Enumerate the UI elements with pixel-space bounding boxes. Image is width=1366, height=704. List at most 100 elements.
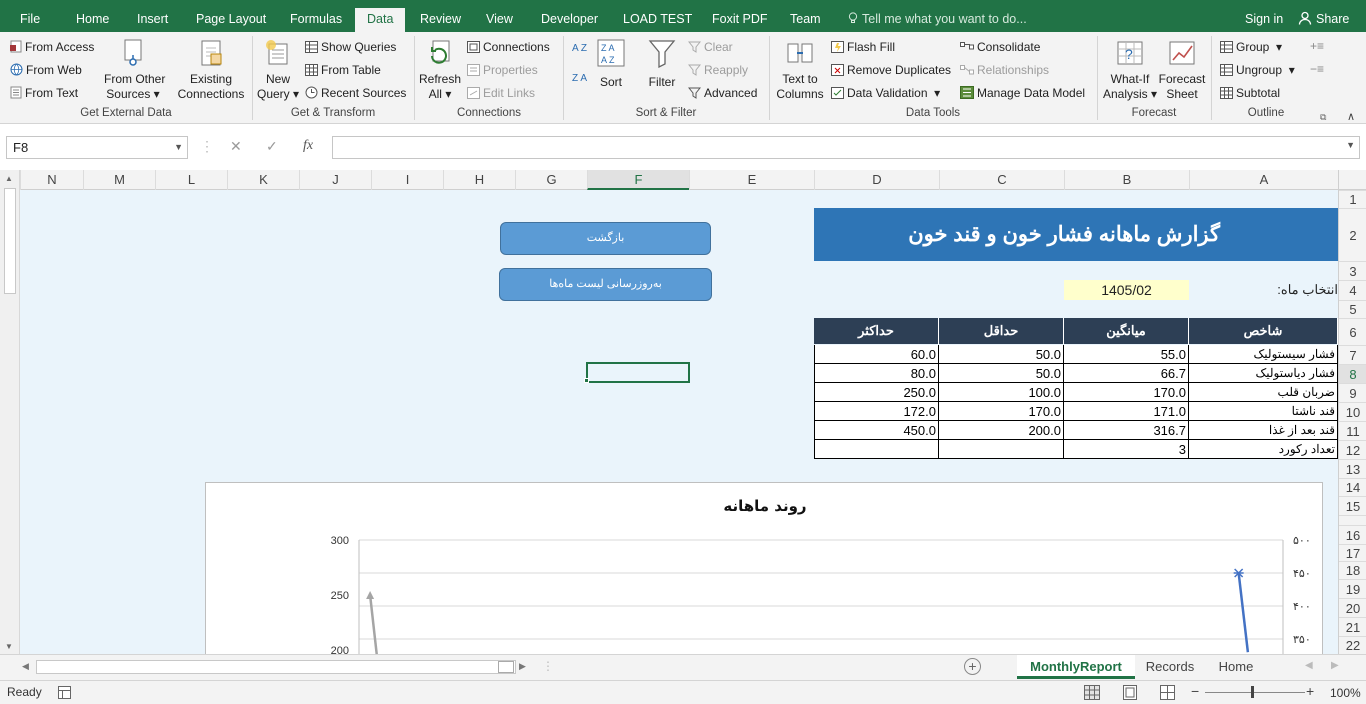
cell-min[interactable]: 50.0 <box>939 364 1064 383</box>
clear-button[interactable]: Clear <box>688 39 733 55</box>
tab-scroll-right-icon[interactable]: ▶ <box>1331 660 1339 671</box>
column-header-i[interactable]: I <box>371 170 443 190</box>
select-all-corner[interactable] <box>1338 170 1366 190</box>
column-header-d[interactable]: D <box>814 170 939 190</box>
macro-record-icon[interactable] <box>58 686 71 699</box>
refresh-months-button[interactable]: به‌روزرسانی لیست ماه‌ها <box>499 268 712 301</box>
manage-data-model-button[interactable]: Manage Data Model <box>960 85 1085 101</box>
connections-button[interactable]: Connections <box>467 39 550 55</box>
page-layout-view-icon[interactable] <box>1123 685 1137 700</box>
tab-data[interactable]: Data <box>355 8 406 32</box>
reapply-button[interactable]: Reapply <box>688 62 748 78</box>
sheet-tab-records[interactable]: Records <box>1137 655 1203 679</box>
chevron-down-icon[interactable]: ▼ <box>174 137 183 158</box>
fill-handle[interactable] <box>584 378 589 383</box>
from-other-sources-button[interactable]: From Other Sources ▾ <box>104 38 165 101</box>
row-header[interactable]: 7 <box>1339 345 1366 364</box>
share-button[interactable]: Share <box>1298 0 1349 32</box>
cell-max[interactable]: 60.0 <box>814 345 939 364</box>
cell-indicator-name[interactable]: فشار دیاستولیک <box>1189 364 1338 383</box>
from-web-button[interactable]: From Web <box>10 62 82 78</box>
tab-file[interactable]: File <box>20 0 40 32</box>
column-header-e[interactable]: E <box>689 170 814 190</box>
selected-cell-f8[interactable] <box>586 362 690 383</box>
cell-min[interactable]: 50.0 <box>939 345 1064 364</box>
row-header[interactable]: 3 <box>1339 261 1366 280</box>
column-header-g[interactable]: G <box>515 170 587 190</box>
ungroup-button[interactable]: Ungroup ▾ <box>1220 62 1295 78</box>
scroll-right-icon[interactable]: ▶ <box>519 661 526 672</box>
refresh-all-button[interactable]: Refresh All ▾ <box>418 38 462 101</box>
scroll-up-arrow-icon[interactable]: ▲ <box>5 174 13 183</box>
cell-indicator-name[interactable]: ضربان قلب <box>1189 383 1338 402</box>
cell-indicator-name[interactable]: قند ناشتا <box>1189 402 1338 421</box>
add-sheet-icon[interactable]: + <box>964 658 981 675</box>
cell-avg[interactable]: 316.7 <box>1064 421 1189 440</box>
consolidate-button[interactable]: Consolidate <box>960 39 1040 55</box>
zoom-in-icon[interactable]: + <box>1306 683 1314 699</box>
cell-min[interactable]: 100.0 <box>939 383 1064 402</box>
column-header-h[interactable]: H <box>443 170 515 190</box>
split-handle-icon[interactable]: ⋮ <box>542 659 554 673</box>
dialog-launcher-icon[interactable]: ⧉ <box>1320 109 1326 125</box>
cell-min[interactable]: 200.0 <box>939 421 1064 440</box>
cell-avg[interactable]: 171.0 <box>1064 402 1189 421</box>
relationships-button[interactable]: Relationships <box>960 62 1049 78</box>
row-header[interactable]: 17 <box>1339 544 1366 561</box>
row-header[interactable]: 16 <box>1339 525 1366 544</box>
row-header[interactable]: 9 <box>1339 383 1366 402</box>
row-header[interactable]: 21 <box>1339 617 1366 636</box>
what-if-analysis-button[interactable]: ? What-If Analysis ▾ <box>1102 38 1158 101</box>
column-header-m[interactable]: M <box>83 170 155 190</box>
tab-foxit-pdf[interactable]: Foxit PDF <box>712 0 768 32</box>
column-header-j[interactable]: J <box>299 170 371 190</box>
scroll-down-arrow-icon[interactable]: ▼ <box>5 642 13 651</box>
cell-indicator-name[interactable]: قند بعد از غذا <box>1189 421 1338 440</box>
edit-links-button[interactable]: Edit Links <box>467 85 535 101</box>
row-header[interactable]: 22 <box>1339 636 1366 654</box>
cancel-icon[interactable]: ✕ <box>230 138 242 155</box>
from-table-button[interactable]: From Table <box>305 62 381 78</box>
properties-button[interactable]: Properties <box>467 62 538 78</box>
tab-insert[interactable]: Insert <box>137 0 168 32</box>
zoom-out-icon[interactable]: − <box>1191 683 1199 699</box>
scroll-left-icon[interactable]: ◀ <box>22 661 29 672</box>
cell-max[interactable]: 450.0 <box>814 421 939 440</box>
sign-in-link[interactable]: Sign in <box>1245 0 1283 32</box>
column-header-n[interactable]: N <box>20 170 83 190</box>
column-header-f[interactable]: F <box>587 170 689 190</box>
hide-detail-icon[interactable]: −≡ <box>1310 61 1324 77</box>
show-queries-button[interactable]: Show Queries <box>305 39 396 55</box>
column-header-c[interactable]: C <box>939 170 1064 190</box>
sheet-tab-monthlyreport[interactable]: MonthlyReport <box>1017 655 1135 679</box>
tab-formulas[interactable]: Formulas <box>290 0 342 32</box>
sort-a-z-button[interactable]: A Z <box>572 44 587 54</box>
row-header[interactable]: 14 <box>1339 478 1366 496</box>
new-query-button[interactable]: New Query ▾ <box>257 38 299 101</box>
month-value-cell[interactable]: 1405/02 <box>1064 280 1189 300</box>
cell-max[interactable] <box>814 440 939 459</box>
vertical-scrollbar[interactable]: ▲ ▼ <box>0 170 20 654</box>
tab-team[interactable]: Team <box>790 0 821 32</box>
row-header[interactable]: 10 <box>1339 402 1366 421</box>
scrollbar-thumb[interactable] <box>4 188 16 294</box>
horizontal-scroll-thumb[interactable] <box>498 661 514 673</box>
zoom-level[interactable]: 100% <box>1330 686 1361 700</box>
tab-scroll-left-icon[interactable]: ◀ <box>1305 660 1313 671</box>
zoom-slider[interactable] <box>1205 692 1305 693</box>
enter-check-icon[interactable]: ✓ <box>266 138 278 155</box>
row-header[interactable]: 4 <box>1339 280 1366 300</box>
forecast-sheet-button[interactable]: Forecast Sheet <box>1158 38 1206 101</box>
cell-avg[interactable]: 170.0 <box>1064 383 1189 402</box>
show-detail-icon[interactable]: +≡ <box>1310 38 1324 54</box>
cell-max[interactable]: 250.0 <box>814 383 939 402</box>
cell-avg[interactable]: 66.7 <box>1064 364 1189 383</box>
column-header-k[interactable]: K <box>227 170 299 190</box>
zoom-slider-thumb[interactable] <box>1251 686 1254 698</box>
tab-page-layout[interactable]: Page Layout <box>196 0 266 32</box>
row-header[interactable]: 2 <box>1339 208 1366 261</box>
column-header-b[interactable]: B <box>1064 170 1189 190</box>
row-header[interactable]: 15 <box>1339 496 1366 515</box>
row-header[interactable]: 1 <box>1339 190 1366 208</box>
tab-load-test[interactable]: LOAD TEST <box>623 0 692 32</box>
